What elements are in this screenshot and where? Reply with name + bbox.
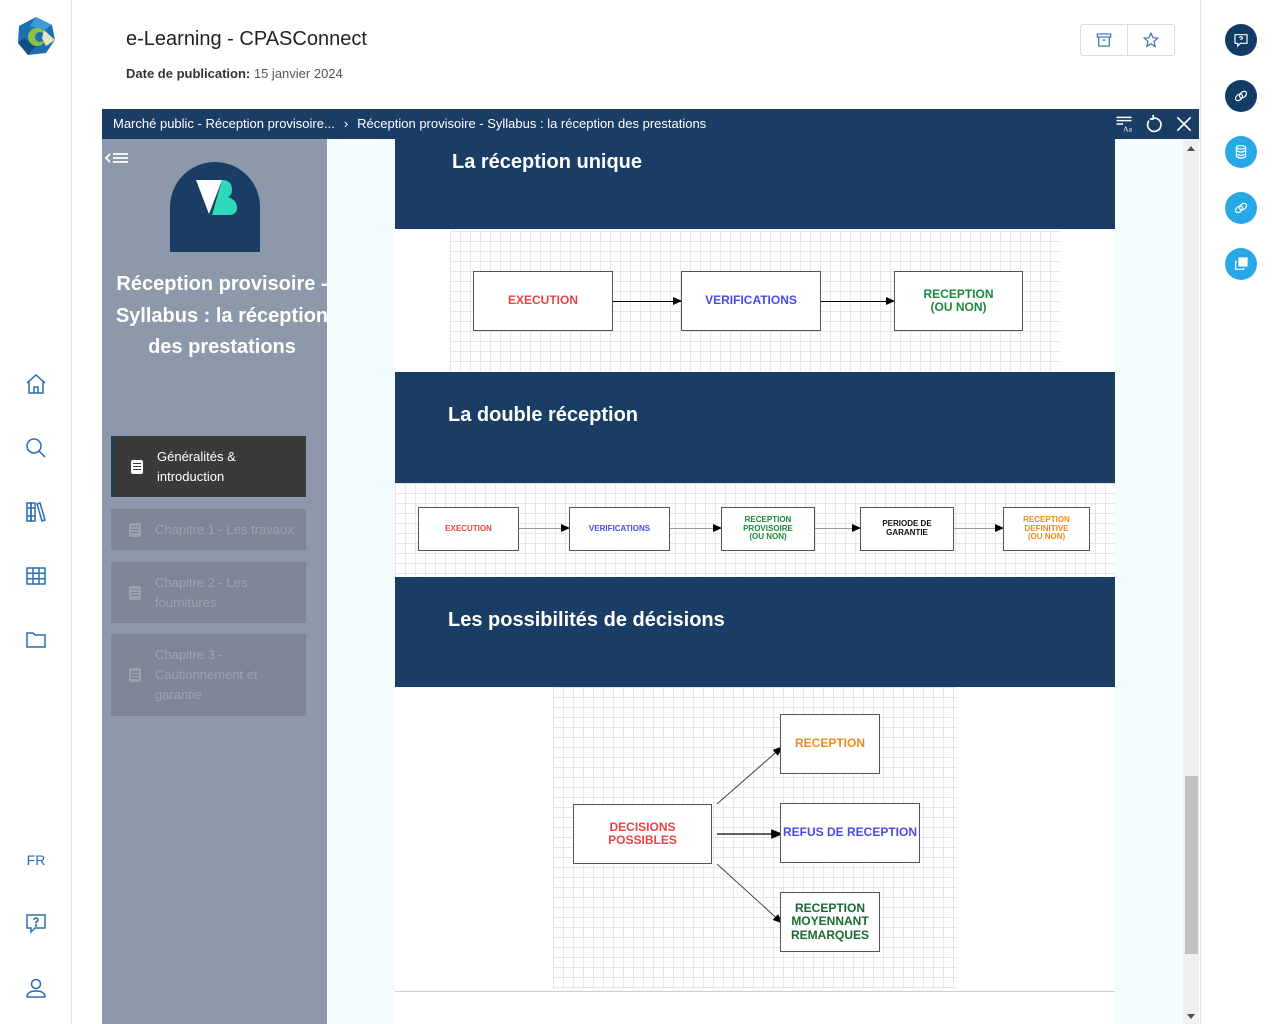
help-chat-button[interactable] <box>1225 24 1257 56</box>
collapse-sidebar-button[interactable] <box>104 151 130 167</box>
chapter-item[interactable]: Chapitre 2 - Les fournitures <box>111 562 306 623</box>
content-scrollbar[interactable] <box>1183 139 1199 1024</box>
diagram-arrow <box>954 524 1004 532</box>
database-button[interactable] <box>1225 136 1257 168</box>
diagram-decisions: DECISIONS POSSIBLES RECEPTION REFUS DE R… <box>553 687 957 989</box>
breadcrumb: Marché public - Réception provisoire... ›… <box>113 116 706 131</box>
document-icon <box>131 459 143 474</box>
page-header: e-Learning - CPASConnect Date de publica… <box>72 0 1200 108</box>
user-icon[interactable] <box>24 976 48 1000</box>
link-icon <box>1234 202 1248 214</box>
publication-date-label: Date de publication: <box>126 66 251 81</box>
folder-icon[interactable] <box>24 628 48 652</box>
diagram-arrow <box>815 524 861 532</box>
library-icon[interactable] <box>24 500 48 524</box>
copy-icon <box>1235 257 1248 270</box>
section-heading: La double réception <box>448 404 639 426</box>
chapter-item[interactable]: Chapitre 3 - Cautionnement et garantie <box>111 634 306 716</box>
text-settings-button[interactable]: Aa <box>1113 112 1135 136</box>
diagram-arrow <box>670 524 722 532</box>
viewer-tools: Aa <box>1113 112 1195 136</box>
course-sidebar: Réception provisoire - Syllabus : la réc… <box>102 139 328 1024</box>
collapse-menu-icon <box>104 153 128 163</box>
copy-button[interactable] <box>1225 248 1257 280</box>
section-heading: La réception unique <box>452 151 643 173</box>
decision-target-box: REFUS DE RECEPTION <box>780 803 920 863</box>
arrow-to-remarques <box>716 863 783 924</box>
content-divider <box>395 991 1115 992</box>
course-viewer: Marché public - Réception provisoire... ›… <box>102 109 1199 1024</box>
document-icon <box>129 522 141 537</box>
publication-date-value: 15 janvier 2024 <box>253 66 343 81</box>
archive-icon <box>1096 33 1112 47</box>
language-selector[interactable]: FR <box>0 852 72 868</box>
archive-button[interactable] <box>1081 25 1128 55</box>
course-cover-image <box>170 162 260 252</box>
close-button[interactable] <box>1173 112 1195 136</box>
diagram-arrow <box>613 297 682 305</box>
decision-source-box: DECISIONS POSSIBLES <box>573 804 712 864</box>
diagram-box: VERIFICATIONS <box>569 507 670 551</box>
link-button[interactable] <box>1225 80 1257 112</box>
text-settings-icon: Aa <box>1116 116 1133 134</box>
diagram-box: PERIODE DE GARANTIE <box>860 507 954 551</box>
section-heading: Les possibilités de décisions <box>448 609 725 631</box>
database-icon <box>1235 145 1247 159</box>
diagram-box: RECEPTION DEFINITIVE (OU NON) <box>1003 507 1090 551</box>
diagram-single-reception: EXECUTION VERIFICATIONS RECEPTION (OU NO… <box>450 231 1060 371</box>
link-icon <box>1234 90 1248 102</box>
left-navigation: FR <box>0 0 72 1024</box>
close-icon <box>1176 116 1192 132</box>
scroll-down-arrow-icon[interactable] <box>1187 1014 1195 1019</box>
diagram-box: VERIFICATIONS <box>681 271 821 331</box>
page-title: e-Learning - CPASConnect <box>126 28 367 50</box>
breadcrumb-item[interactable]: Marché public - Réception provisoire... <box>113 116 335 131</box>
help-chat-icon[interactable] <box>24 911 48 935</box>
chapter-item[interactable]: Chapitre 1 - Les travaux <box>111 509 306 550</box>
course-title: Réception provisoire - Syllabus : la réc… <box>115 273 329 358</box>
publication-date: Date de publication: 15 janvier 2024 <box>126 66 343 81</box>
arrow-to-reception <box>716 746 783 805</box>
search-icon[interactable] <box>24 436 48 460</box>
chapter-item[interactable]: Généralités & introduction <box>111 436 306 497</box>
header-actions <box>1080 24 1175 56</box>
diagram-box: EXECUTION <box>418 507 519 551</box>
home-icon[interactable] <box>24 372 48 396</box>
favorite-button[interactable] <box>1128 25 1174 55</box>
diagram-box: EXECUTION <box>473 271 613 331</box>
document-icon <box>129 668 141 682</box>
diagram-double-reception: EXECUTION VERIFICATIONS RECEPTION PROVIS… <box>395 483 1115 577</box>
section-header: La réception unique <box>395 139 1115 229</box>
refresh-button[interactable] <box>1143 112 1165 136</box>
decision-target-box: RECEPTION MOYENNANT REMARQUES <box>780 892 880 952</box>
scroll-up-arrow-icon[interactable] <box>1187 146 1195 151</box>
diagram-arrow <box>821 297 895 305</box>
lesson-content: La réception unique EXECUTION VERIFICATI… <box>395 139 1115 1024</box>
diagram-box: RECEPTION PROVISOIRE (OU NON) <box>721 507 815 551</box>
breadcrumb-current: Réception provisoire - Syllabus : la réc… <box>357 116 707 131</box>
decision-target-box: RECEPTION <box>780 714 880 774</box>
link-button-2[interactable] <box>1225 192 1257 224</box>
diagram-box: RECEPTION (OU NON) <box>894 271 1023 331</box>
star-icon <box>1142 31 1160 48</box>
refresh-icon <box>1146 114 1162 133</box>
grid-icon[interactable] <box>24 564 48 588</box>
section-header: Les possibilités de décisions <box>395 577 1115 687</box>
section-header: La double réception <box>395 372 1115 483</box>
right-rail <box>1200 0 1280 1024</box>
help-chat-icon <box>1234 34 1248 48</box>
viewer-toolbar: Marché public - Réception provisoire... ›… <box>102 109 1199 139</box>
svg-text:Aa: Aa <box>1123 125 1132 134</box>
app-logo[interactable] <box>16 16 56 56</box>
document-icon <box>129 585 141 600</box>
scrollbar-thumb[interactable] <box>1185 776 1198 954</box>
diagram-arrow <box>519 524 570 532</box>
breadcrumb-separator: › <box>343 116 349 131</box>
course-logo <box>196 180 237 215</box>
